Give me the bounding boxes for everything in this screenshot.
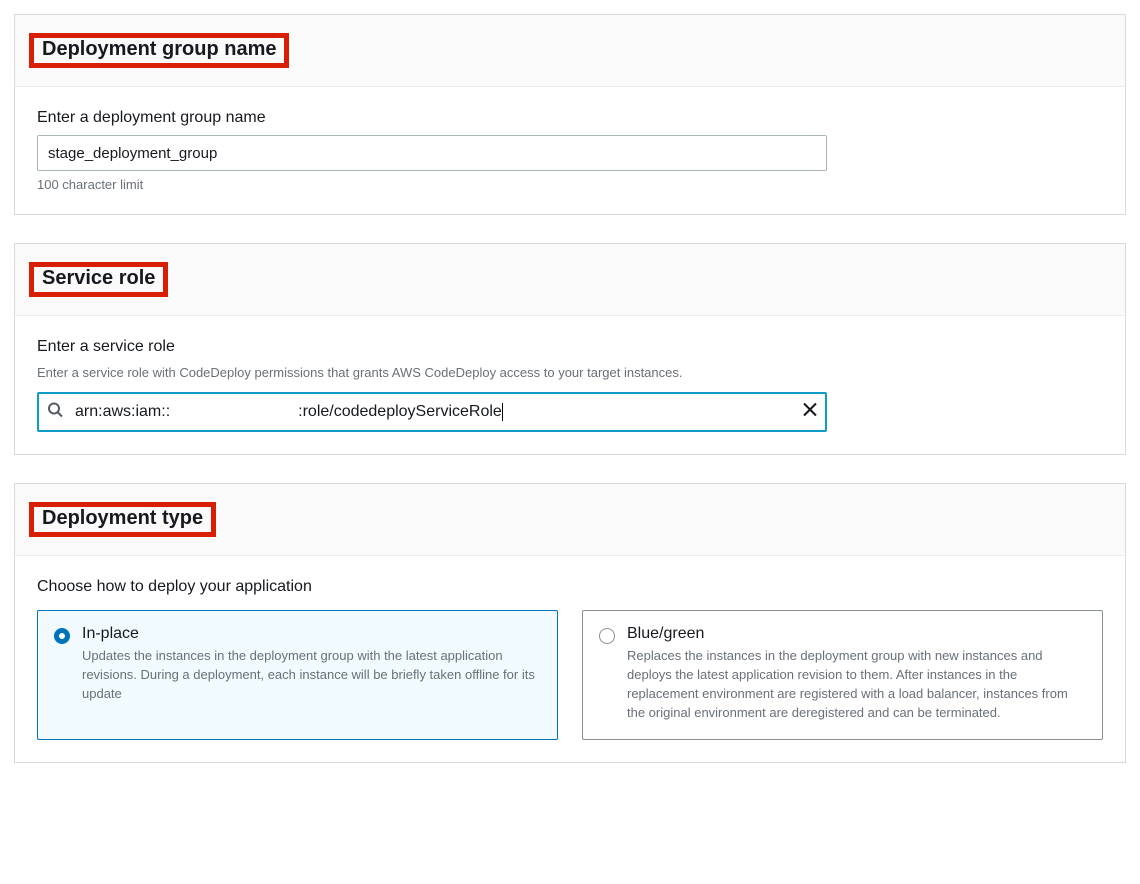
service-role-description: Enter a service role with CodeDeploy per… — [37, 364, 1103, 382]
highlight-annotation: Deployment type — [29, 502, 216, 537]
radio-unselected-icon — [599, 628, 615, 644]
highlight-annotation: Service role — [29, 262, 168, 297]
deployment-group-name-input[interactable] — [37, 135, 827, 171]
deployment-type-label: Choose how to deploy your application — [37, 578, 1103, 596]
panel-title: Deployment group name — [34, 38, 276, 61]
deployment-type-option-blue-green[interactable]: Blue/green Replaces the instances in the… — [582, 610, 1103, 739]
service-role-panel: Service role Enter a service role Enter … — [14, 243, 1126, 455]
panel-header: Deployment type — [15, 484, 1125, 556]
highlight-annotation: Deployment group name — [29, 33, 289, 68]
panel-header: Service role — [15, 244, 1125, 316]
option-description: Replaces the instances in the deployment… — [627, 647, 1086, 722]
panel-title: Deployment type — [34, 507, 203, 530]
panel-body: Enter a service role Enter a service rol… — [15, 316, 1125, 454]
deployment-type-options: In-place Updates the instances in the de… — [37, 610, 1103, 739]
option-title: Blue/green — [627, 625, 1086, 643]
panel-header: Deployment group name — [15, 15, 1125, 87]
service-role-value-suffix: :role/codedeployServiceRole — [298, 403, 503, 421]
service-role-search-wrapper: arn:aws:iam:: xxxxxxxxxxxxxxxx :role/cod… — [37, 392, 827, 432]
service-role-label: Enter a service role — [37, 338, 1103, 356]
panel-body: Enter a deployment group name 100 charac… — [15, 87, 1125, 214]
panel-body: Choose how to deploy your application In… — [15, 556, 1125, 761]
service-role-value-prefix: arn:aws:iam:: — [75, 403, 170, 421]
option-description: Updates the instances in the deployment … — [82, 647, 541, 704]
deployment-type-option-in-place[interactable]: In-place Updates the instances in the de… — [37, 610, 558, 739]
character-limit-hint: 100 character limit — [37, 177, 1103, 192]
deployment-group-name-label: Enter a deployment group name — [37, 109, 1103, 127]
tile-content: Blue/green Replaces the instances in the… — [627, 625, 1086, 722]
option-title: In-place — [82, 625, 541, 643]
clear-icon[interactable] — [803, 403, 817, 422]
tile-content: In-place Updates the instances in the de… — [82, 625, 541, 704]
radio-selected-icon — [54, 628, 70, 644]
redacted-segment: xxxxxxxxxxxxxxxx — [170, 403, 298, 421]
panel-title: Service role — [34, 267, 155, 290]
deployment-type-panel: Deployment type Choose how to deploy you… — [14, 483, 1126, 762]
deployment-group-name-panel: Deployment group name Enter a deployment… — [14, 14, 1126, 215]
service-role-input[interactable]: arn:aws:iam:: xxxxxxxxxxxxxxxx :role/cod… — [37, 392, 827, 432]
